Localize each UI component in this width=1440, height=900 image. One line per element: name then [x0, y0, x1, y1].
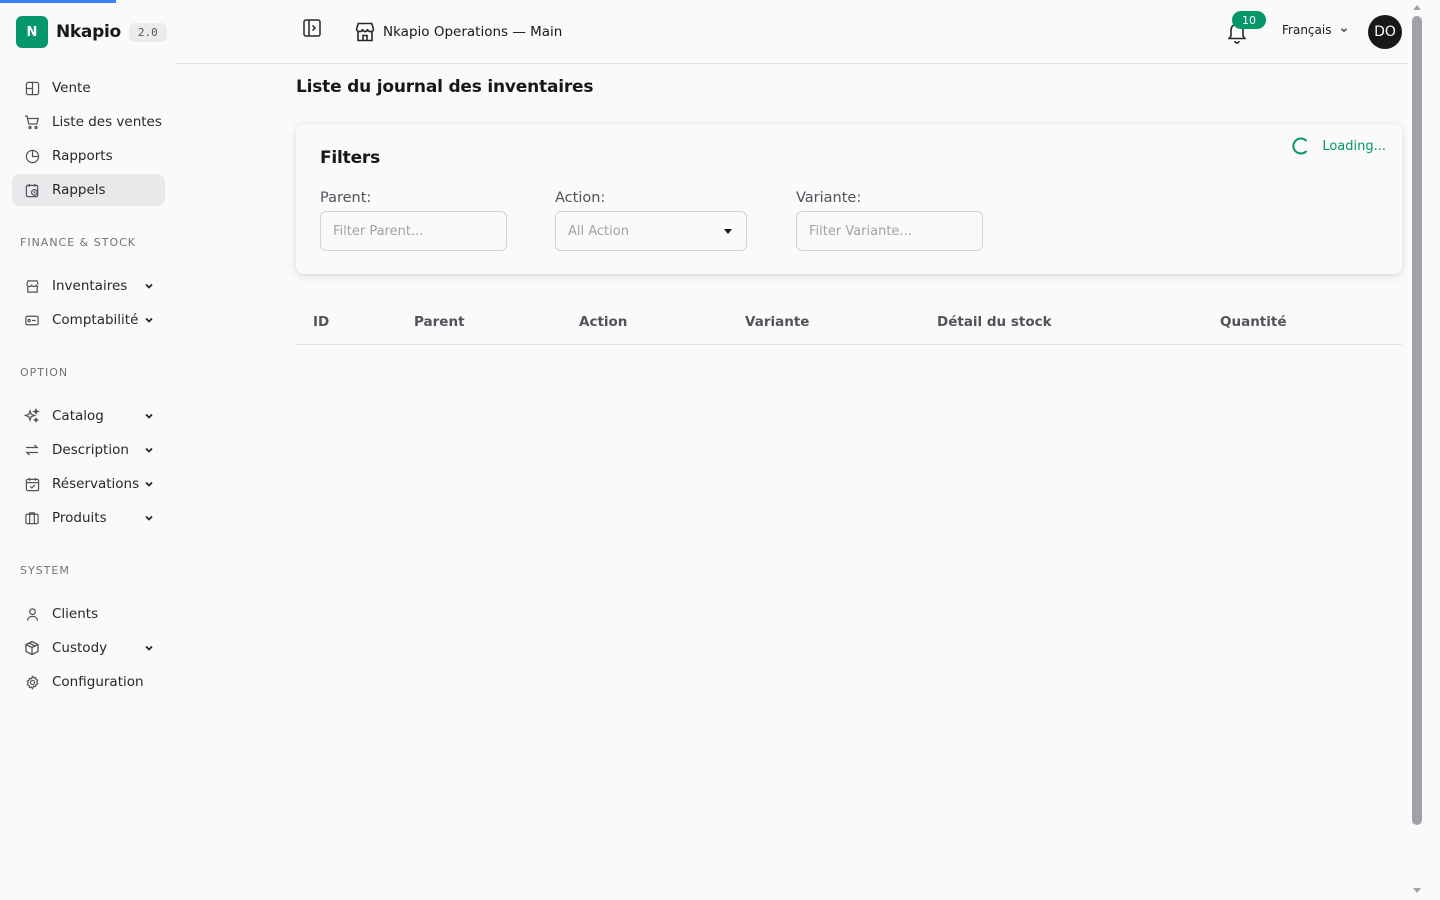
column-header-variante[interactable]: Variante — [745, 314, 809, 330]
sidebar-item-clients[interactable]: Clients — [12, 598, 165, 630]
store-icon — [355, 22, 375, 42]
sidebar-item-description[interactable]: Description — [12, 434, 165, 466]
sidebar-item-liste-des-ventes[interactable]: Liste des ventes — [12, 106, 165, 138]
sidebar-item-label: Inventaires — [52, 278, 128, 294]
calendar-clock-icon — [24, 182, 40, 198]
sidebar-item-label: Catalog — [52, 408, 104, 424]
variante-filter-input[interactable] — [796, 211, 983, 251]
sidebar-item-label: Rapports — [52, 148, 113, 164]
sidebar-item-custody[interactable]: Custody — [12, 632, 165, 664]
brand-logo: N — [16, 16, 48, 48]
column-header-id[interactable]: ID — [313, 314, 329, 330]
scrollbar-thumb[interactable] — [1412, 16, 1422, 825]
sidebar-item-catalog[interactable]: Catalog — [12, 400, 165, 432]
sidebar-item-label: Description — [52, 442, 129, 458]
loading-text: Loading... — [1322, 138, 1386, 154]
page-title: Liste du journal des inventaires — [296, 77, 594, 97]
brand-name: Nkapio — [56, 22, 121, 42]
wallet-icon — [24, 312, 40, 328]
package-icon — [24, 640, 40, 656]
section-label-option: OPTION — [20, 365, 69, 379]
cart-icon — [24, 114, 40, 130]
box-icon — [24, 510, 40, 526]
sparkles-icon — [24, 408, 40, 424]
sidebar-item-reservations[interactable]: Réservations — [12, 468, 165, 500]
sidebar-toggle-icon[interactable] — [302, 18, 322, 38]
scroll-down-arrow-icon[interactable] — [1413, 888, 1421, 893]
parent-filter-label: Parent: — [320, 190, 372, 206]
column-header-action[interactable]: Action — [579, 314, 627, 330]
avatar[interactable]: DO — [1368, 15, 1402, 49]
sidebar-item-rapports[interactable]: Rapports — [12, 140, 165, 172]
top-header: Nkapio Operations — Main 10 Français DO — [176, 0, 1408, 64]
section-label-finance: FINANCE & STOCK — [20, 235, 137, 249]
chevron-down-icon — [145, 447, 153, 453]
brand[interactable]: N Nkapio 2.0 — [16, 16, 167, 48]
gear-icon — [24, 674, 40, 690]
sidebar-item-rappels[interactable]: Rappels — [12, 174, 165, 206]
chevron-down-icon — [145, 515, 153, 521]
sidebar: N Nkapio 2.0 Vente Liste des ventes Rapp… — [0, 0, 176, 900]
sidebar-item-produits[interactable]: Produits — [12, 502, 165, 534]
calendar-check-icon — [24, 476, 40, 492]
section-label-system: SYSTEM — [20, 563, 70, 577]
column-header-quantite[interactable]: Quantité — [1220, 314, 1287, 330]
language-label: Français — [1282, 23, 1332, 37]
sidebar-item-label: Clients — [52, 606, 99, 622]
sidebar-item-label: Vente — [52, 80, 91, 96]
column-header-detail-stock[interactable]: Détail du stock — [937, 314, 1052, 330]
sidebar-item-label: Produits — [52, 510, 107, 526]
arrows-swap-icon — [24, 442, 40, 458]
spinner-icon — [1292, 137, 1308, 155]
notification-count-badge: 10 — [1232, 11, 1266, 29]
chevron-down-icon — [145, 283, 153, 289]
sidebar-item-configuration[interactable]: Configuration — [12, 666, 165, 698]
user-icon — [24, 606, 40, 622]
version-badge: 2.0 — [128, 22, 167, 42]
sidebar-item-comptabilite[interactable]: Comptabilité — [12, 304, 165, 336]
chevron-down-icon — [145, 413, 153, 419]
action-filter-label: Action: — [555, 190, 606, 206]
filters-card: Filters Loading... Parent: Action: All A… — [296, 124, 1402, 274]
action-filter-select[interactable]: All Action — [555, 211, 747, 251]
sidebar-nav: Vente Liste des ventes Rapports Rappels … — [12, 72, 165, 700]
filters-title: Filters — [320, 148, 381, 168]
action-filter-value: All Action — [568, 223, 629, 239]
sidebar-item-label: Comptabilité — [52, 312, 139, 328]
store-icon — [24, 278, 40, 294]
variante-filter-label: Variante: — [796, 190, 862, 206]
chevron-down-icon — [145, 317, 153, 323]
sidebar-item-label: Réservations — [52, 476, 140, 492]
parent-filter-input[interactable] — [320, 211, 507, 251]
sidebar-item-label: Rappels — [52, 182, 106, 198]
layout-grid-icon — [24, 80, 40, 96]
scroll-up-arrow-icon[interactable] — [1413, 5, 1421, 10]
column-header-parent[interactable]: Parent — [414, 314, 465, 330]
chevron-down-icon — [145, 645, 153, 651]
sidebar-item-vente[interactable]: Vente — [12, 72, 165, 104]
chevron-down-icon — [1341, 28, 1348, 33]
store-name[interactable]: Nkapio Operations — Main — [383, 24, 562, 40]
loading-indicator: Loading... — [1292, 137, 1386, 155]
chevron-down-icon — [145, 481, 153, 487]
sidebar-item-inventaires[interactable]: Inventaires — [12, 270, 165, 302]
sidebar-item-label: Liste des ventes — [52, 114, 162, 130]
page-loading-progress — [0, 0, 116, 3]
pie-chart-icon — [24, 148, 40, 164]
sidebar-item-label: Custody — [52, 640, 108, 656]
caret-down-icon — [724, 229, 732, 234]
table-header-row: ID Parent Action Variante Détail du stoc… — [296, 300, 1402, 345]
language-selector[interactable]: Français — [1282, 23, 1349, 37]
sidebar-item-label: Configuration — [52, 674, 144, 690]
